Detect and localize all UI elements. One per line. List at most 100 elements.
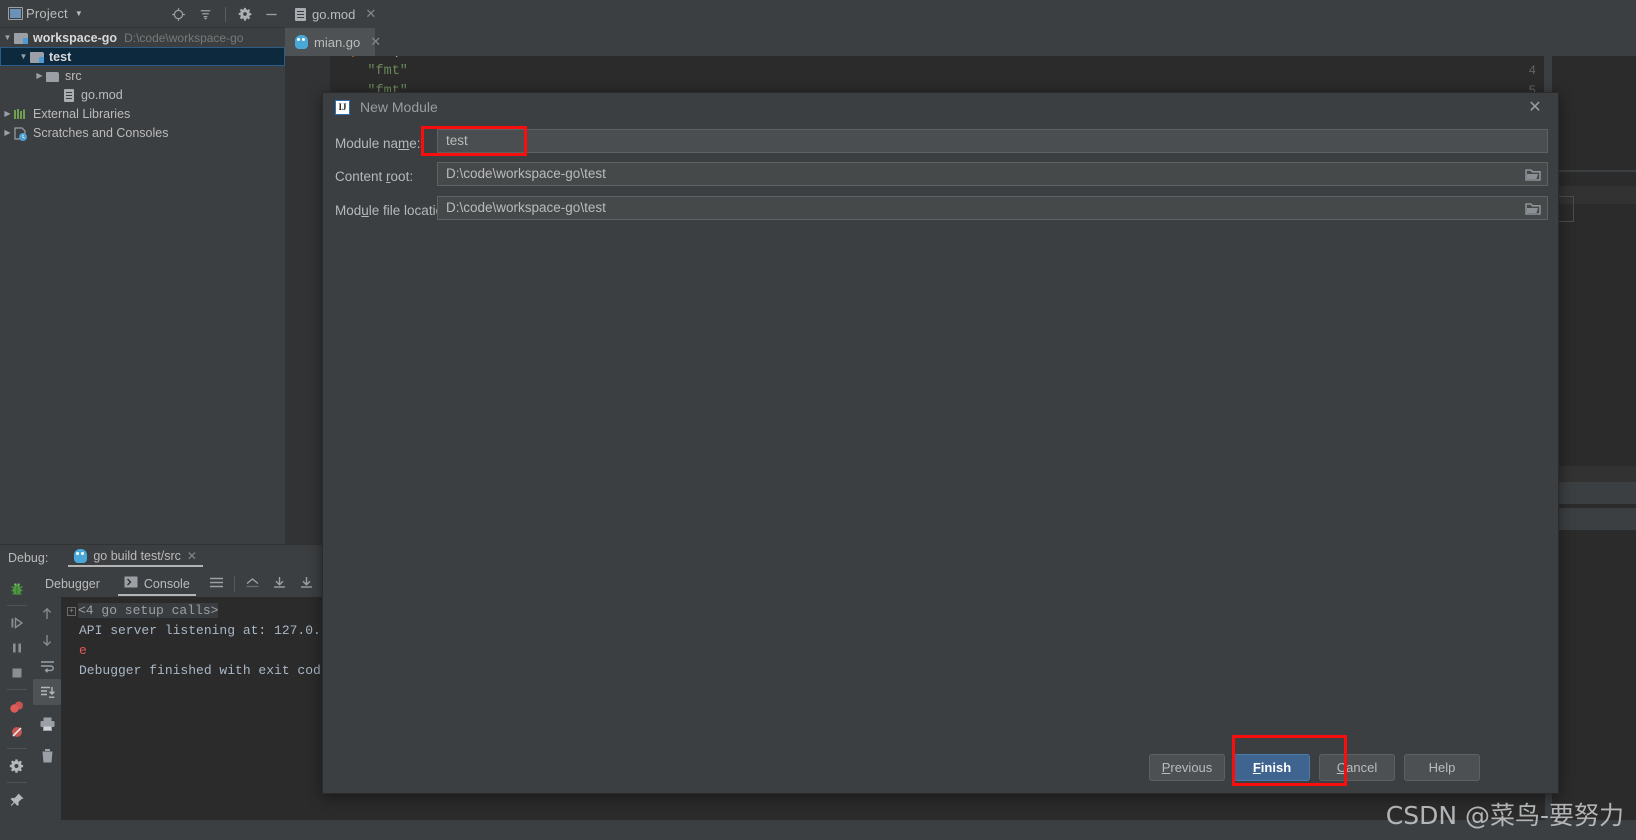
dialog-title: New Module — [360, 99, 438, 115]
pin-icon[interactable] — [0, 787, 33, 812]
go-mod-file-icon — [295, 7, 306, 21]
debug-session-tab[interactable]: go build test/src ✕ — [68, 548, 203, 567]
hide-panel-icon[interactable] — [264, 7, 279, 22]
debug-session-label: go build test/src — [93, 548, 181, 563]
external-libraries-icon — [13, 108, 29, 122]
toolbar-separator — [6, 748, 27, 749]
ide-window: 1 2 3 4 5 package main import ( − "fmt" … — [0, 0, 1636, 840]
toolbar-separator — [225, 6, 226, 22]
browse-folder-icon[interactable] — [1525, 201, 1541, 223]
tree-item-go-mod[interactable]: go.mod — [0, 85, 285, 104]
print-icon[interactable] — [33, 711, 61, 737]
csdn-watermark: CSDN @菜鸟-要努力 — [1385, 801, 1624, 830]
expand-arrow-icon[interactable]: ▼ — [18, 52, 29, 61]
tree-item-path: D:\code\workspace-go — [124, 30, 244, 45]
content-root-value: D:\code\workspace-go\test — [446, 166, 606, 181]
project-panel-header: Project ▼ — [0, 0, 285, 28]
tree-item-scratches-and-consoles[interactable]: ▶ Scratches and Consoles — [0, 123, 285, 142]
module-name-highlight-box — [421, 126, 527, 156]
tab-console[interactable]: Console — [112, 570, 202, 597]
module-folder-icon — [29, 50, 45, 64]
tree-item-label: workspace-go — [33, 30, 118, 45]
tree-item-workspace-go[interactable]: ▼ workspace-go D:\code\workspace-go — [0, 28, 285, 47]
module-name-input[interactable]: test — [437, 129, 1548, 153]
dialog-title-bar: New Module — [323, 93, 1558, 121]
collapse-all-icon[interactable] — [198, 7, 213, 22]
debug-label: Debug: — [8, 550, 49, 565]
debug-side-toolbar — [0, 570, 33, 840]
up-arrow-icon[interactable] — [33, 601, 61, 627]
toolbar-separator — [6, 782, 27, 783]
finish-button-highlight-box — [1232, 735, 1347, 786]
folder-icon — [45, 69, 61, 83]
scratches-icon — [13, 126, 29, 141]
content-root-label: Content root: — [335, 168, 414, 184]
scroll-down-icon[interactable] — [271, 575, 288, 593]
help-button[interactable]: Help — [1404, 754, 1480, 781]
module-name-label: Module name: — [335, 135, 421, 151]
tab-label: Debugger — [45, 576, 100, 591]
right-divider-0 — [1552, 170, 1636, 172]
settings-icon[interactable] — [0, 753, 33, 778]
line-number: 4 — [1528, 64, 1536, 78]
trash-icon[interactable] — [33, 743, 61, 769]
editor-tab-go-mod[interactable]: go.mod ✕ — [285, 0, 376, 28]
go-gopher-icon — [74, 548, 88, 563]
project-panel-title: Project — [26, 6, 68, 21]
mute-breakpoints-icon[interactable] — [0, 719, 33, 744]
soft-wrap-icon[interactable] — [33, 653, 61, 679]
locate-icon[interactable] — [171, 7, 186, 22]
console-line-text: <4 go setup calls> — [78, 603, 219, 618]
scroll-up-icon[interactable] — [244, 575, 261, 593]
editor-tab-label: go.mod — [312, 6, 356, 22]
module-folder-icon — [13, 31, 29, 45]
new-module-dialog: New Module ✕ Module name: test Content r… — [322, 92, 1559, 794]
toolbar-separator — [233, 575, 235, 592]
tree-item-label: External Libraries — [33, 106, 131, 121]
layout-icon[interactable] — [208, 575, 225, 593]
content-root-input[interactable]: D:\code\workspace-go\test — [437, 162, 1548, 186]
collapse-arrow-icon[interactable]: ▶ — [2, 128, 13, 137]
close-icon[interactable]: ✕ — [370, 34, 381, 50]
scroll-to-end-icon[interactable] — [298, 575, 315, 593]
previous-button[interactable]: Previous — [1149, 754, 1225, 781]
close-icon[interactable]: ✕ — [1526, 99, 1544, 117]
down-arrow-icon[interactable] — [33, 627, 61, 653]
stop-icon[interactable] — [0, 660, 33, 685]
view-breakpoints-icon[interactable] — [0, 694, 33, 719]
project-tree[interactable]: ▼ workspace-go D:\code\workspace-go ▼ te… — [0, 28, 285, 544]
code-line-4: "fmt" — [335, 64, 408, 79]
close-icon[interactable]: ✕ — [187, 549, 197, 563]
editor-tab-label: mian.go — [314, 34, 361, 50]
chevron-down-icon[interactable]: ▼ — [75, 9, 83, 18]
editor-tab-mian-go[interactable]: mian.go ✕ — [285, 28, 381, 56]
resume-program-icon[interactable] — [0, 610, 33, 635]
collapse-arrow-icon[interactable]: ▶ — [34, 71, 45, 80]
console-tool-column — [33, 597, 61, 840]
right-divider-3 — [1552, 482, 1636, 504]
intellij-logo-icon — [335, 99, 350, 115]
tree-item-label: test — [49, 49, 72, 64]
console-fold-icon[interactable]: + — [67, 607, 76, 616]
bug-icon[interactable] — [0, 576, 33, 601]
gear-icon[interactable] — [238, 7, 252, 21]
module-file-location-input[interactable]: D:\code\workspace-go\test — [437, 196, 1548, 220]
tree-item-test[interactable]: ▼ test — [0, 47, 285, 66]
editor-tab-bar: go.mod ✕ mian.go ✕ — [285, 0, 1636, 56]
browse-folder-icon[interactable] — [1525, 167, 1541, 189]
scroll-to-end-icon[interactable] — [33, 679, 61, 705]
toolbar-separator — [6, 605, 27, 606]
expand-arrow-icon[interactable]: ▼ — [2, 33, 13, 42]
tree-item-label: Scratches and Consoles — [33, 125, 169, 140]
project-icon — [8, 7, 23, 20]
tree-item-src[interactable]: ▶ src — [0, 66, 285, 85]
tree-item-label: go.mod — [81, 87, 123, 102]
collapse-arrow-icon[interactable]: ▶ — [2, 109, 13, 118]
project-toolbar — [171, 0, 279, 28]
right-divider-4 — [1552, 508, 1636, 530]
tree-item-external-libraries[interactable]: ▶ External Libraries — [0, 104, 285, 123]
close-icon[interactable]: ✕ — [365, 6, 376, 22]
go-gopher-icon — [295, 35, 308, 49]
tab-debugger[interactable]: Debugger — [33, 570, 112, 597]
pause-program-icon[interactable] — [0, 635, 33, 660]
